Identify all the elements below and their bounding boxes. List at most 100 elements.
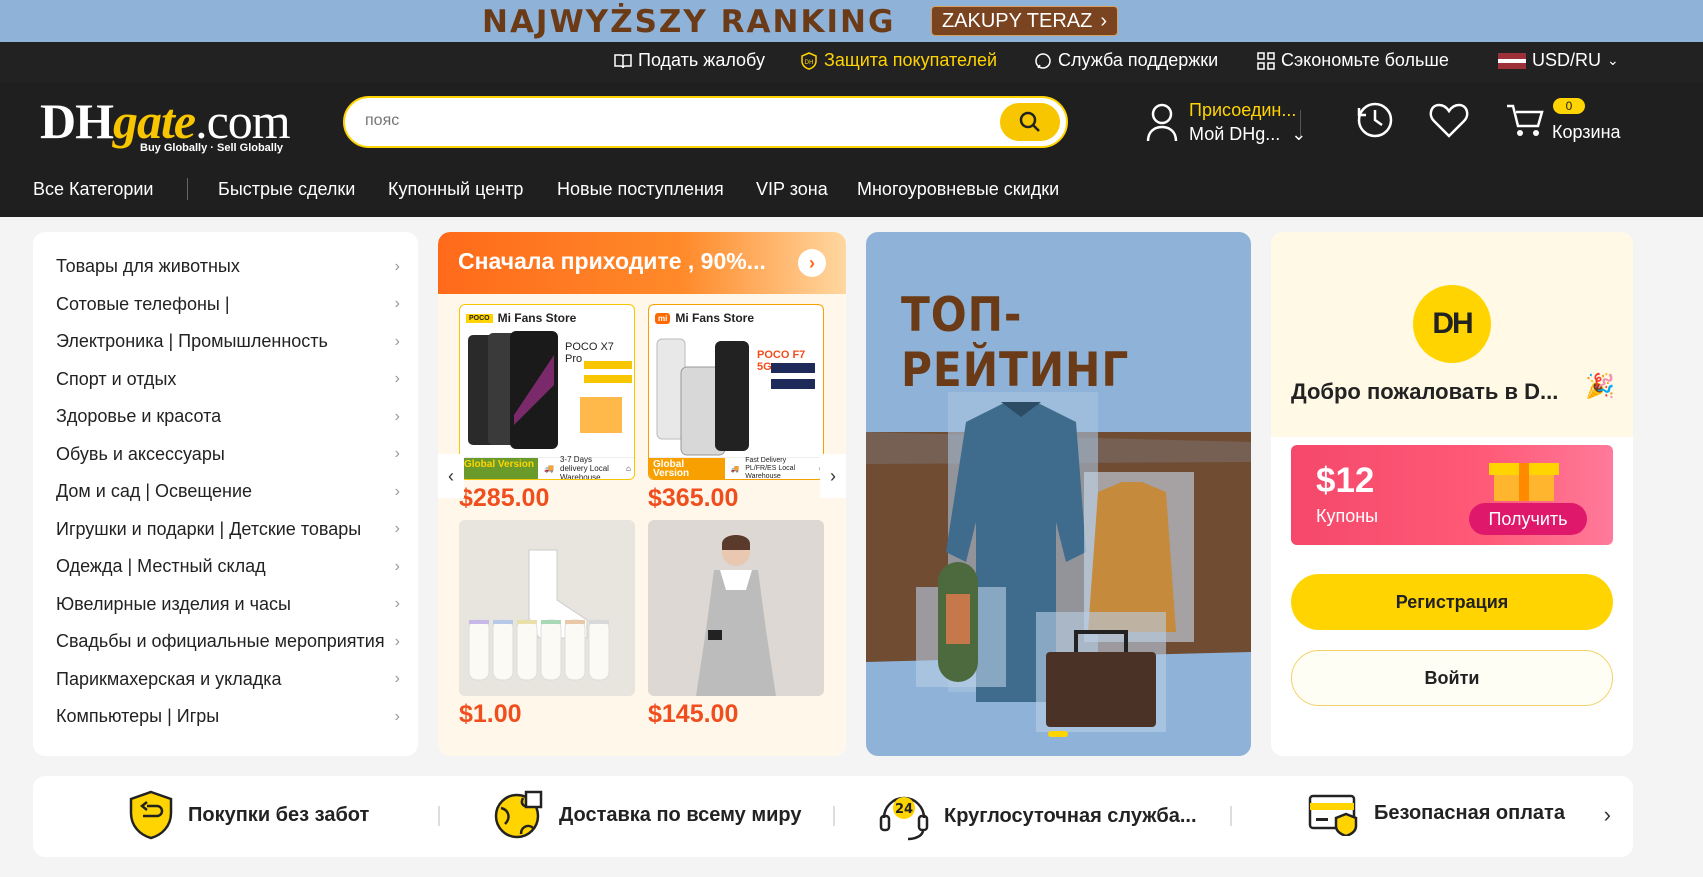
register-button[interactable]: Регистрация — [1291, 574, 1613, 630]
nav-vip-zone[interactable]: VIP зона — [756, 179, 828, 200]
chevron-right-icon: › — [394, 520, 400, 538]
product-card[interactable]: POCO Mi Fans Store POCO X7 Pro Global Ver… — [459, 304, 635, 513]
features-bar: Покупки без забот Доставка по всему миру… — [33, 776, 1633, 857]
feature-worry-free[interactable]: Покупки без забот — [128, 790, 369, 840]
product-price: $365.00 — [648, 484, 739, 512]
deals-header[interactable]: Сначала приходите , 90%... › — [438, 232, 846, 294]
chevron-right-icon: › — [394, 632, 400, 650]
chevron-down-icon: ⌄ — [1607, 52, 1619, 68]
category-item[interactable]: Игрушки и подарки | Детские товары › — [33, 511, 418, 549]
utility-bar: Подать жалобу DH Защита покупателей Служ… — [0, 42, 1703, 82]
nav-all-categories[interactable]: Все Категории — [33, 179, 153, 200]
wishlist-button[interactable] — [1428, 100, 1470, 145]
product-image — [459, 520, 635, 696]
product-card[interactable]: mi Mi Fans Store POCO F7 5G Global Versio… — [648, 304, 824, 513]
model-label: POCO X7 Pro — [565, 341, 614, 365]
chevron-right-icon: › — [394, 445, 400, 463]
feature-secure-payment[interactable]: Безопасная оплата — [1308, 790, 1565, 836]
complaint-link[interactable]: Подать жалобу — [614, 50, 765, 71]
dhgate-logo[interactable]: DHgate.com Buy Globally · Sell Globally — [40, 92, 291, 154]
search-button[interactable] — [1000, 103, 1060, 141]
deals-title: Сначала приходите , 90%... — [458, 248, 766, 274]
logo-text-dh: DH — [40, 93, 114, 149]
nav-quick-deals[interactable]: Быстрые сделки — [218, 179, 355, 200]
product-price: $1.00 — [459, 700, 522, 728]
logo-text-com: .com — [195, 93, 291, 149]
category-item[interactable]: Парикмахерская и укладка › — [33, 661, 418, 699]
category-item[interactable]: Одежда | Местный склад › — [33, 548, 418, 586]
category-item[interactable]: Обувь и аксессуары › — [33, 436, 418, 474]
feature-divider — [1230, 806, 1232, 826]
welcome-panel: DH Добро пожаловать в D... 🎉 $12 Купоны … — [1271, 232, 1633, 756]
secure-card-icon — [1308, 794, 1358, 836]
category-label: Сотовые телефоны | — [56, 293, 230, 314]
protection-label: Защита покупателей — [824, 50, 998, 70]
category-label: Игрушки и подарки | Детские товары — [56, 518, 362, 539]
complaint-label: Подать жалобу — [638, 50, 765, 70]
product-image: mi Mi Fans Store POCO F7 5G Global Versio… — [648, 304, 824, 480]
nav-new-arrivals[interactable]: Новые поступления — [557, 179, 724, 200]
cart-button[interactable] — [1505, 100, 1545, 145]
chevron-right-icon: › — [394, 370, 400, 388]
chat-icon — [1035, 52, 1051, 69]
account-menu[interactable]: Присоедин... Мой DHg... ⌄ — [1145, 98, 1306, 146]
product-image: POCO Mi Fans Store POCO X7 Pro Global Ver… — [459, 304, 635, 480]
nav-tiered-discounts[interactable]: Многоуровневые скидки — [857, 179, 1059, 200]
feature-label: Безопасная оплата — [1374, 801, 1565, 824]
chevron-right-icon[interactable]: › — [798, 249, 826, 277]
user-icon — [1146, 103, 1178, 142]
delivery-strip: Global Version 🚚 Fast Delivery PL/FR/ES … — [649, 457, 823, 479]
phone-image — [468, 331, 632, 449]
category-item[interactable]: Товары для животных › — [33, 248, 418, 286]
support-link[interactable]: Служба поддержки — [1034, 50, 1218, 71]
feature-worldwide-shipping[interactable]: Доставка по всему миру — [493, 790, 801, 840]
carousel-prev-button[interactable]: ‹ — [438, 454, 464, 498]
top-rated-banner[interactable]: ТОП-РЕЙТИНГ — [866, 232, 1251, 756]
category-item[interactable]: Свадьбы и официальные мероприятия › — [33, 623, 418, 661]
feature-label: Круглосуточная служба... — [944, 804, 1197, 827]
coupon-label: Купоны — [1316, 506, 1379, 526]
buyer-protection-link[interactable]: DH Защита покупателей — [800, 50, 997, 71]
nav-coupon-center[interactable]: Купонный центр — [388, 179, 523, 200]
category-label: Спорт и отдых — [56, 368, 177, 389]
truck-icon: 🚚 — [544, 464, 554, 473]
promo-banner[interactable]: NAJWYŻSZY RANKING ZAKUPY TERAZ › — [0, 0, 1703, 42]
category-item[interactable]: Ювелирные изделия и часы › — [33, 586, 418, 624]
deals-grid: POCO Mi Fans Store POCO X7 Pro Global Ver… — [438, 294, 846, 756]
category-list: Товары для животных › Сотовые телефоны | ›… — [33, 232, 418, 756]
feature-label: Доставка по всему миру — [559, 803, 802, 826]
cart-label[interactable]: Корзина — [1552, 122, 1621, 143]
account-join-label: Присоедин... — [1189, 100, 1297, 120]
feature-24h-support[interactable]: 24 Круглосуточная служба... — [878, 790, 1197, 842]
carousel-next-button[interactable]: › — [820, 454, 846, 498]
flag-icon — [1498, 52, 1526, 69]
my-dhgate-text: Мой DHg... — [1189, 124, 1281, 144]
phone-image — [656, 338, 815, 456]
category-item[interactable]: Здоровье и красота › — [33, 398, 418, 436]
model-label: POCO F7 5G — [757, 349, 806, 373]
get-coupon-button[interactable]: Получить — [1469, 503, 1587, 535]
chevron-right-icon: › — [394, 257, 400, 275]
category-item[interactable]: Дом и сад | Освещение › — [33, 473, 418, 511]
category-item[interactable]: Спорт и отдых › — [33, 361, 418, 399]
category-item[interactable]: Электроника | Промышленность › — [33, 323, 418, 361]
product-card[interactable]: $1.00 — [459, 520, 635, 729]
search-input[interactable] — [365, 112, 965, 130]
save-more-link[interactable]: Сэкономьте больше — [1257, 50, 1449, 71]
history-button[interactable] — [1355, 100, 1395, 145]
save-more-label: Сэкономьте больше — [1281, 50, 1449, 70]
category-item[interactable]: Сотовые телефоны | › — [33, 286, 418, 324]
shield-icon: DH — [801, 51, 817, 70]
login-button[interactable]: Войти — [1291, 650, 1613, 706]
features-next-button[interactable]: › — [1604, 802, 1611, 828]
product-price: $285.00 — [459, 484, 550, 512]
coupon-card[interactable]: $12 Купоны Получить — [1291, 445, 1613, 545]
product-card[interactable]: $145.00 — [648, 520, 824, 729]
shop-now-button[interactable]: ZAKUPY TERAZ › — [931, 6, 1118, 36]
currency-selector[interactable]: USD/RU ⌄ — [1498, 50, 1619, 71]
banner-products-image — [866, 392, 1251, 737]
home-icon: ⌂ — [626, 464, 631, 473]
shop-now-label: ZAKUPY TERAZ — [941, 9, 1093, 32]
chevron-right-icon: › — [394, 670, 400, 688]
category-item[interactable]: Компьютеры | Игры › — [33, 698, 418, 736]
